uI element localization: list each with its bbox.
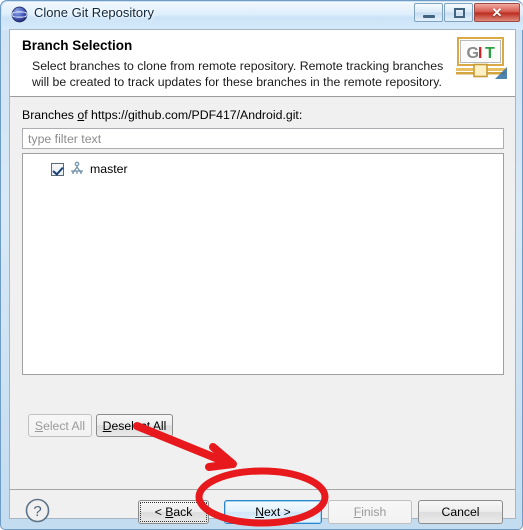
window-controls: ✕	[414, 3, 520, 22]
git-branch-icon	[71, 161, 83, 174]
cancel-label: Cancel	[441, 505, 480, 519]
branch-name: master	[90, 162, 128, 176]
branches-tree[interactable]: master	[22, 153, 504, 375]
dialog-window: Clone Git Repository ✕ Branch Selection …	[0, 0, 523, 530]
tree-row[interactable]: master	[51, 160, 128, 178]
select-all-label: elect All	[43, 419, 86, 433]
branch-checkbox[interactable]	[51, 162, 64, 176]
dialog-client-area: Branch Selection Select branches to clon…	[9, 29, 516, 524]
back-label: ack	[173, 505, 193, 519]
page-description: Select branches to clone from remote rep…	[32, 59, 444, 89]
close-icon: ✕	[491, 5, 503, 20]
select-all-mnemonic: S	[34, 419, 44, 433]
svg-text:T: T	[485, 45, 495, 62]
finish-label: inish	[361, 505, 387, 519]
maximize-button[interactable]	[444, 3, 473, 22]
svg-text:I: I	[478, 45, 482, 62]
deselect-all-label: eselect All	[111, 419, 167, 433]
title-bar[interactable]: Clone Git Repository ✕	[1, 1, 523, 29]
wizard-header: Branch Selection Select branches to clon…	[10, 30, 515, 97]
back-button[interactable]: < Back	[138, 500, 209, 524]
next-mnemonic: N	[255, 505, 265, 519]
filter-input[interactable]	[22, 128, 504, 149]
svg-text:?: ?	[33, 503, 41, 520]
next-button[interactable]: Next >	[224, 500, 322, 524]
next-label: ext >	[264, 505, 291, 519]
branches-label: Branches of https://github.com/PDF417/An…	[22, 108, 302, 122]
minimize-icon	[423, 15, 435, 18]
maximize-icon	[454, 8, 465, 18]
git-banner-icon: G I T	[456, 37, 507, 79]
close-button[interactable]: ✕	[474, 3, 520, 22]
finish-button[interactable]: Finish	[328, 500, 412, 524]
deselect-all-button[interactable]: Deselect All	[96, 414, 173, 437]
page-title: Branch Selection	[22, 38, 133, 53]
footer-separator	[10, 489, 515, 490]
branches-label-prefix: Branches	[22, 108, 78, 122]
select-all-button[interactable]: Select All	[28, 414, 92, 437]
cancel-button[interactable]: Cancel	[418, 500, 503, 524]
minimize-button[interactable]	[414, 3, 443, 22]
help-button[interactable]: ?	[24, 497, 51, 524]
eclipse-globe-icon	[11, 6, 28, 23]
window-title: Clone Git Repository	[34, 5, 154, 20]
branches-label-suffix: f https://github.com/PDF417/Android.git:	[84, 108, 303, 122]
back-prefix: <	[154, 505, 166, 519]
